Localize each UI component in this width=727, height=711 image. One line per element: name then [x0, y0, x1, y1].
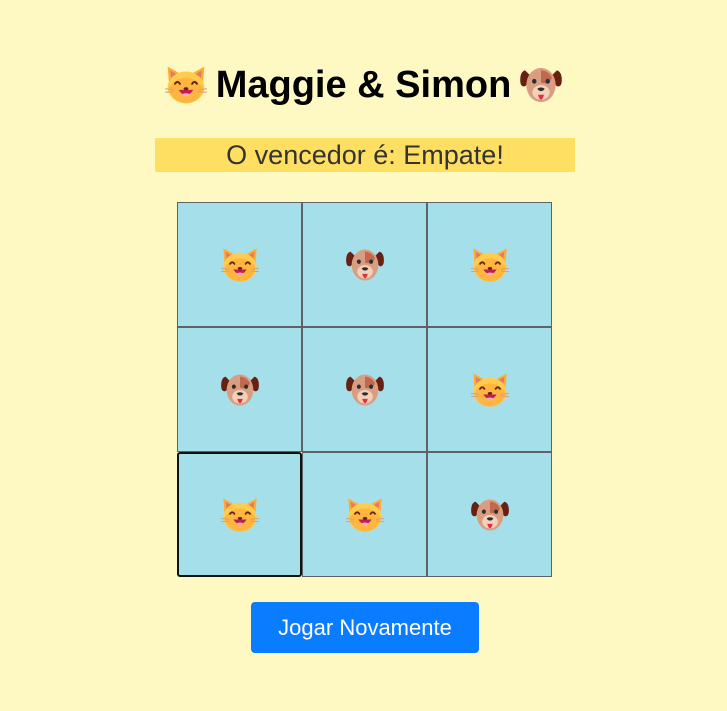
play-again-button[interactable]: Jogar Novamente [251, 602, 479, 653]
board-cell[interactable] [427, 452, 552, 577]
winner-status: O vencedor é: Empate! [155, 138, 575, 172]
board-cell[interactable] [177, 202, 302, 327]
cat-face-icon [220, 495, 260, 535]
dog-face-icon [345, 370, 385, 410]
dog-face-icon [345, 245, 385, 285]
dog-face-icon [220, 370, 260, 410]
cat-face-icon [345, 495, 385, 535]
title-text: Maggie & Simon [215, 64, 512, 106]
board-cell[interactable] [302, 452, 427, 577]
board-cell[interactable] [177, 327, 302, 452]
cat-face-icon [470, 245, 510, 285]
game-title: Maggie & Simon [0, 60, 727, 110]
cat-face-icon [470, 370, 510, 410]
board-cell[interactable] [302, 327, 427, 452]
cat-face-icon [164, 63, 208, 107]
board-cell[interactable] [302, 202, 427, 327]
cat-face-icon [220, 245, 260, 285]
board-cell[interactable] [427, 202, 552, 327]
dog-face-icon [470, 495, 510, 535]
board-cell[interactable] [177, 452, 302, 577]
board-cell[interactable] [427, 327, 552, 452]
dog-face-icon [519, 63, 563, 107]
game-board [177, 202, 552, 577]
